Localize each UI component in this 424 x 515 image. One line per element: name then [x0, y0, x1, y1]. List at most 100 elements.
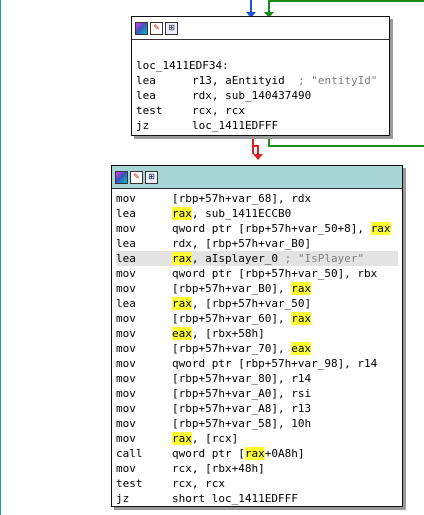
- highlighted-register[interactable]: rax: [244, 447, 265, 460]
- mnemonic[interactable]: mov: [116, 461, 172, 476]
- mnemonic[interactable]: mov: [116, 281, 172, 296]
- palette-icon[interactable]: [135, 21, 148, 35]
- palette-icon[interactable]: [115, 170, 128, 184]
- highlighted-register[interactable]: rax: [291, 282, 312, 295]
- location-label[interactable]: loc_1411EDF34:: [136, 58, 385, 73]
- mnemonic[interactable]: test: [116, 476, 172, 491]
- highlighted-register[interactable]: rax: [291, 312, 312, 325]
- operand-text[interactable]: rdx, sub_140437490: [192, 89, 311, 102]
- operand-text[interactable]: rcx, [rbx+48h]: [172, 462, 265, 475]
- mnemonic[interactable]: lea: [116, 251, 172, 266]
- asm-line[interactable]: mov [rbp+57h+var_A0], rsi: [116, 386, 398, 401]
- mnemonic[interactable]: call: [116, 446, 172, 461]
- mnemonic[interactable]: mov: [116, 341, 172, 356]
- asm-line[interactable]: lea rdx, [rbp+57h+var_B0]: [116, 236, 398, 251]
- asm-line[interactable]: test rcx, rcx: [116, 476, 398, 491]
- mnemonic[interactable]: mov: [116, 311, 172, 326]
- operands: rax, sub_1411ECCB0: [172, 206, 291, 221]
- mnemonic[interactable]: lea: [136, 73, 192, 88]
- highlighted-register[interactable]: rax: [370, 222, 391, 235]
- operand-text[interactable]: , [rbx+58h]: [192, 327, 265, 340]
- operand-text[interactable]: qword ptr [rbp+57h+var_50], rbx: [172, 267, 377, 280]
- edit-icon[interactable]: ✎: [130, 170, 143, 184]
- asm-line[interactable]: mov qword ptr [rbp+57h+var_50+8], rax: [116, 221, 398, 236]
- operand-text[interactable]: rcx, rcx: [172, 477, 225, 490]
- mnemonic[interactable]: mov: [116, 401, 172, 416]
- mnemonic[interactable]: mov: [116, 386, 172, 401]
- operand-text[interactable]: [rbp+57h+var_80], r14: [172, 372, 311, 385]
- mnemonic[interactable]: lea: [116, 206, 172, 221]
- basic-block-main[interactable]: ✎ ⊞ mov [rbp+57h+var_68], rdx lea rax, sub_…: [111, 165, 403, 507]
- asm-line[interactable]: mov [rbp+57h+var_60], rax: [116, 311, 398, 326]
- operand-text[interactable]: r13, aEntityid: [192, 74, 285, 87]
- operand-text[interactable]: [rbp+57h+var_70],: [172, 342, 291, 355]
- mnemonic[interactable]: mov: [116, 371, 172, 386]
- mnemonic[interactable]: mov: [116, 431, 172, 446]
- highlighted-register[interactable]: eax: [291, 342, 312, 355]
- comment[interactable]: ; "entityId": [285, 74, 377, 87]
- operand-text[interactable]: [rbp+57h+var_68], rdx: [172, 192, 311, 205]
- asm-line[interactable]: mov [rbp+57h+var_58], 10h: [116, 416, 398, 431]
- mnemonic[interactable]: jz: [136, 118, 192, 133]
- graph-canvas[interactable]: ✎ ⊞ loc_1411EDF34: lea r13, aEntityid ; "…: [0, 0, 424, 515]
- mnemonic[interactable]: lea: [136, 88, 192, 103]
- operand-text[interactable]: qword ptr [rbp+57h+var_98], r14: [172, 357, 377, 370]
- operand-text[interactable]: [rbp+57h+var_A0], rsi: [172, 387, 311, 400]
- mnemonic[interactable]: jz: [116, 491, 172, 506]
- asm-line[interactable]: lea rdx, sub_140437490: [136, 88, 385, 103]
- asm-line[interactable]: jz loc_1411EDFFF: [136, 118, 385, 133]
- asm-line[interactable]: mov [rbp+57h+var_80], r14: [116, 371, 398, 386]
- operand-text[interactable]: , [rcx]: [192, 432, 238, 445]
- mnemonic[interactable]: mov: [116, 416, 172, 431]
- mnemonic[interactable]: mov: [116, 326, 172, 341]
- operand-text[interactable]: [rbp+57h+var_60],: [172, 312, 291, 325]
- operand-text[interactable]: short loc_1411EDFFF: [172, 492, 298, 505]
- operand-text[interactable]: [rbp+57h+var_B0],: [172, 282, 291, 295]
- asm-line[interactable]: mov eax, [rbx+58h]: [116, 326, 398, 341]
- operand-text[interactable]: , aIsplayer_0: [192, 252, 278, 265]
- mnemonic[interactable]: mov: [116, 266, 172, 281]
- highlighted-register[interactable]: rax: [172, 207, 192, 220]
- edge-side-cyan: [0, 0, 1, 515]
- group-nodes-icon[interactable]: ⊞: [145, 170, 158, 184]
- group-nodes-icon[interactable]: ⊞: [165, 21, 178, 35]
- asm-line[interactable]: lea r13, aEntityid ; "entityId": [136, 73, 385, 88]
- asm-line[interactable]: mov [rbp+57h+var_A8], r13: [116, 401, 398, 416]
- operand-text[interactable]: qword ptr [: [172, 447, 245, 460]
- asm-line[interactable]: lea rax, aIsplayer_0 ; "IsPlayer": [116, 251, 398, 266]
- mnemonic[interactable]: mov: [116, 221, 172, 236]
- asm-line[interactable]: mov qword ptr [rbp+57h+var_50], rbx: [116, 266, 398, 281]
- asm-line[interactable]: jz short loc_1411EDFFF: [116, 491, 398, 506]
- operand-text[interactable]: [rbp+57h+var_A8], r13: [172, 402, 311, 415]
- basic-block-loc-1411edf34[interactable]: ✎ ⊞ loc_1411EDF34: lea r13, aEntityid ; "…: [131, 16, 390, 136]
- asm-line[interactable]: lea rax, [rbp+57h+var_50]: [116, 296, 398, 311]
- asm-line[interactable]: mov [rbp+57h+var_B0], rax: [116, 281, 398, 296]
- operand-text[interactable]: rcx, rcx: [192, 104, 245, 117]
- comment[interactable]: ; "IsPlayer": [278, 252, 364, 265]
- operand-text[interactable]: qword ptr [rbp+57h+var_50+8],: [172, 222, 371, 235]
- asm-line[interactable]: mov qword ptr [rbp+57h+var_98], r14: [116, 356, 398, 371]
- edit-icon[interactable]: ✎: [150, 21, 163, 35]
- asm-line[interactable]: mov [rbp+57h+var_68], rdx: [116, 191, 398, 206]
- highlighted-register[interactable]: rax: [172, 297, 192, 310]
- asm-line[interactable]: call qword ptr [rax+0A8h]: [116, 446, 398, 461]
- operand-text[interactable]: +0A8h]: [265, 447, 305, 460]
- highlighted-register[interactable]: eax: [172, 327, 192, 340]
- operand-text[interactable]: loc_1411EDFFF: [192, 119, 278, 132]
- mnemonic[interactable]: mov: [116, 356, 172, 371]
- operand-text[interactable]: rdx, [rbp+57h+var_B0]: [172, 237, 311, 250]
- asm-line[interactable]: mov rcx, [rbx+48h]: [116, 461, 398, 476]
- highlighted-register[interactable]: rax: [172, 432, 192, 445]
- asm-line[interactable]: mov [rbp+57h+var_70], eax: [116, 341, 398, 356]
- mnemonic[interactable]: lea: [116, 236, 172, 251]
- asm-line[interactable]: test rcx, rcx: [136, 103, 385, 118]
- asm-line[interactable]: lea rax, sub_1411ECCB0: [116, 206, 398, 221]
- mnemonic[interactable]: mov: [116, 191, 172, 206]
- highlighted-register[interactable]: rax: [172, 252, 192, 265]
- operand-text[interactable]: , [rbp+57h+var_50]: [192, 297, 311, 310]
- operand-text[interactable]: [rbp+57h+var_58], 10h: [172, 417, 311, 430]
- mnemonic[interactable]: test: [136, 103, 192, 118]
- mnemonic[interactable]: lea: [116, 296, 172, 311]
- operand-text[interactable]: , sub_1411ECCB0: [192, 207, 291, 220]
- asm-line[interactable]: mov rax, [rcx]: [116, 431, 398, 446]
